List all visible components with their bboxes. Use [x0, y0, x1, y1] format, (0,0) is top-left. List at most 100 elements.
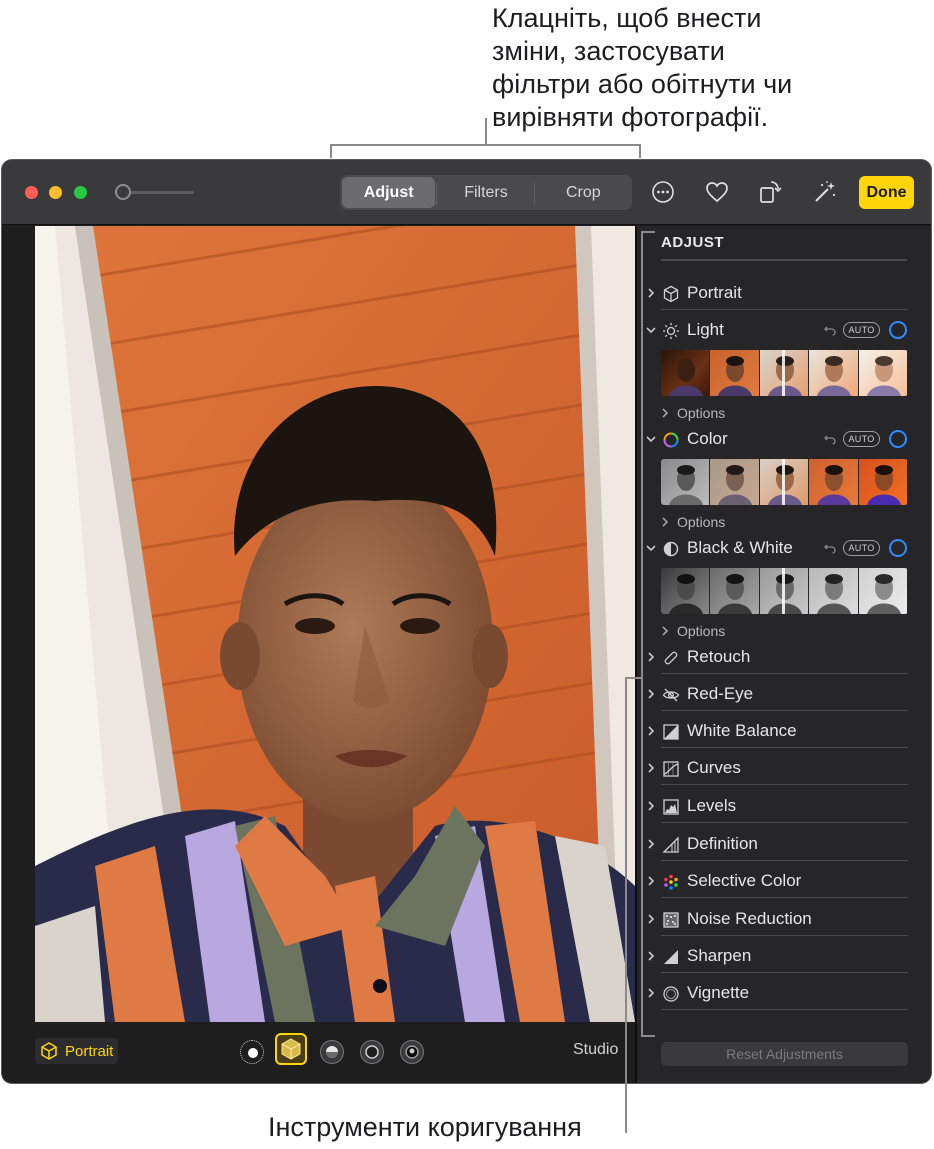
adjust-row-black-white[interactable]: Black & White AUTO — [637, 533, 931, 565]
preview-slider-handle[interactable] — [782, 568, 785, 614]
half-circle-icon — [661, 539, 681, 559]
callout-connector — [625, 677, 627, 1133]
portrait-lighting-bar: Portrait Studio — [2, 1024, 635, 1083]
adjust-row-noise-reduction[interactable]: Noise Reduction — [637, 904, 931, 936]
preview-thumb — [710, 459, 760, 505]
chevron-right-icon — [662, 408, 669, 418]
row-divider — [661, 710, 908, 711]
stage-light-icon[interactable] — [360, 1040, 384, 1064]
adjust-row-white-balance[interactable]: White Balance — [637, 716, 931, 748]
close-button[interactable] — [25, 186, 38, 199]
adjust-row-vignette[interactable]: Vignette — [637, 978, 931, 1010]
auto-button[interactable]: AUTO — [843, 322, 880, 338]
row-divider — [661, 935, 908, 936]
tab-adjust[interactable]: Adjust — [342, 177, 436, 208]
undo-icon[interactable] — [823, 541, 837, 555]
sidebar-title: ADJUST — [661, 234, 725, 251]
portrait-photo[interactable] — [35, 226, 635, 1022]
callout-top-line: вирівняти фотографії. — [492, 102, 769, 132]
color-wheel-icon — [661, 430, 681, 450]
adjust-row-portrait[interactable]: Portrait — [637, 278, 931, 310]
magic-wand-icon[interactable] — [810, 177, 840, 207]
fullscreen-button[interactable] — [74, 186, 87, 199]
reset-adjustments-button[interactable]: Reset Adjustments — [661, 1042, 908, 1066]
callout-top: Клацніть, щоб внести зміни, застосувати … — [492, 2, 912, 134]
callout-top-line: зміни, застосувати — [492, 36, 725, 66]
preview-thumb — [661, 350, 711, 396]
chevron-right-icon — [662, 517, 669, 527]
sun-icon — [661, 321, 681, 341]
auto-button[interactable]: AUTO — [843, 431, 880, 447]
adjust-row-label: Light — [687, 320, 724, 339]
light-preview-strip[interactable] — [661, 350, 908, 396]
preview-slider-handle[interactable] — [782, 459, 785, 505]
portrait-toggle[interactable]: Portrait — [35, 1038, 119, 1064]
lighting-effect-label: Studio — [573, 1041, 619, 1058]
levels-icon — [661, 797, 681, 817]
studio-light-icon[interactable] — [275, 1033, 307, 1065]
natural-light-icon[interactable] — [240, 1040, 264, 1064]
adjust-row-label: Levels — [687, 796, 737, 815]
adjust-row-curves[interactable]: Curves — [637, 753, 931, 785]
adjustment-toggle[interactable] — [889, 539, 907, 557]
color-preview-strip[interactable] — [661, 459, 908, 505]
toolbar: Adjust Filters Crop Done — [2, 160, 931, 225]
zoom-slider-track[interactable] — [124, 191, 194, 194]
tab-crop[interactable]: Crop — [533, 177, 630, 208]
preview-thumb — [858, 568, 908, 614]
callout-bracket-side — [641, 231, 655, 1037]
row-divider — [661, 747, 908, 748]
zoom-slider-knob[interactable] — [115, 184, 131, 200]
heart-icon[interactable] — [702, 177, 732, 207]
adjust-row-label: Portrait — [687, 283, 742, 302]
curves-icon — [661, 759, 681, 779]
chevron-right-icon — [662, 626, 669, 636]
bw-preview-strip[interactable] — [661, 568, 908, 614]
adjust-row-label: Selective Color — [687, 871, 802, 890]
preview-thumb — [661, 459, 711, 505]
adjust-row-color[interactable]: Color AUTO — [637, 424, 931, 456]
adjust-row-sharpen[interactable]: Sharpen — [637, 941, 931, 973]
undo-icon[interactable] — [823, 323, 837, 337]
preview-thumb — [710, 350, 760, 396]
adjust-row-retouch[interactable]: Retouch — [637, 642, 931, 674]
adjust-row-label: Noise Reduction — [687, 909, 812, 928]
sidebar-title-divider — [661, 259, 907, 261]
adjust-row-selective-color[interactable]: Selective Color — [637, 866, 931, 898]
bw-options-toggle[interactable]: Options — [661, 621, 725, 641]
photo-canvas: Portrait Studio — [2, 226, 635, 1083]
eye-slash-icon — [661, 685, 681, 705]
row-divider — [661, 673, 908, 674]
definition-icon — [661, 835, 681, 855]
preview-slider-handle[interactable] — [782, 350, 785, 396]
minimize-button[interactable] — [49, 186, 62, 199]
preview-thumb — [809, 568, 859, 614]
adjust-row-definition[interactable]: Definition — [637, 829, 931, 861]
adjust-row-label: Vignette — [687, 983, 750, 1002]
adjust-row-label: Curves — [687, 758, 741, 777]
callout-top-line: Клацніть, щоб внести — [492, 3, 762, 33]
rotate-icon[interactable] — [755, 177, 785, 207]
adjustment-toggle[interactable] — [889, 321, 907, 339]
adjust-row-label: Sharpen — [687, 946, 752, 965]
adjustment-toggle[interactable] — [889, 430, 907, 448]
adjust-row-light[interactable]: Light AUTO — [637, 315, 931, 347]
color-options-toggle[interactable]: Options — [661, 512, 725, 532]
adjust-row-levels[interactable]: Levels — [637, 791, 931, 823]
options-label: Options — [677, 623, 726, 639]
stage-mono-light-icon[interactable] — [400, 1040, 424, 1064]
preview-thumb — [809, 350, 859, 396]
more-icon[interactable] — [648, 177, 678, 207]
edit-mode-tabs: Adjust Filters Crop — [340, 175, 632, 210]
contour-light-icon[interactable] — [320, 1040, 344, 1064]
light-options-toggle[interactable]: Options — [661, 403, 725, 423]
tab-filters[interactable]: Filters — [436, 177, 532, 208]
row-divider — [661, 309, 908, 310]
done-button[interactable]: Done — [859, 176, 914, 209]
auto-button[interactable]: AUTO — [843, 540, 880, 556]
undo-icon[interactable] — [823, 432, 837, 446]
adjust-row-red-eye[interactable]: Red-Eye — [637, 679, 931, 711]
bandage-icon — [661, 648, 681, 668]
vignette-icon — [661, 984, 681, 1004]
portrait-toggle-label: Portrait — [65, 1042, 114, 1060]
